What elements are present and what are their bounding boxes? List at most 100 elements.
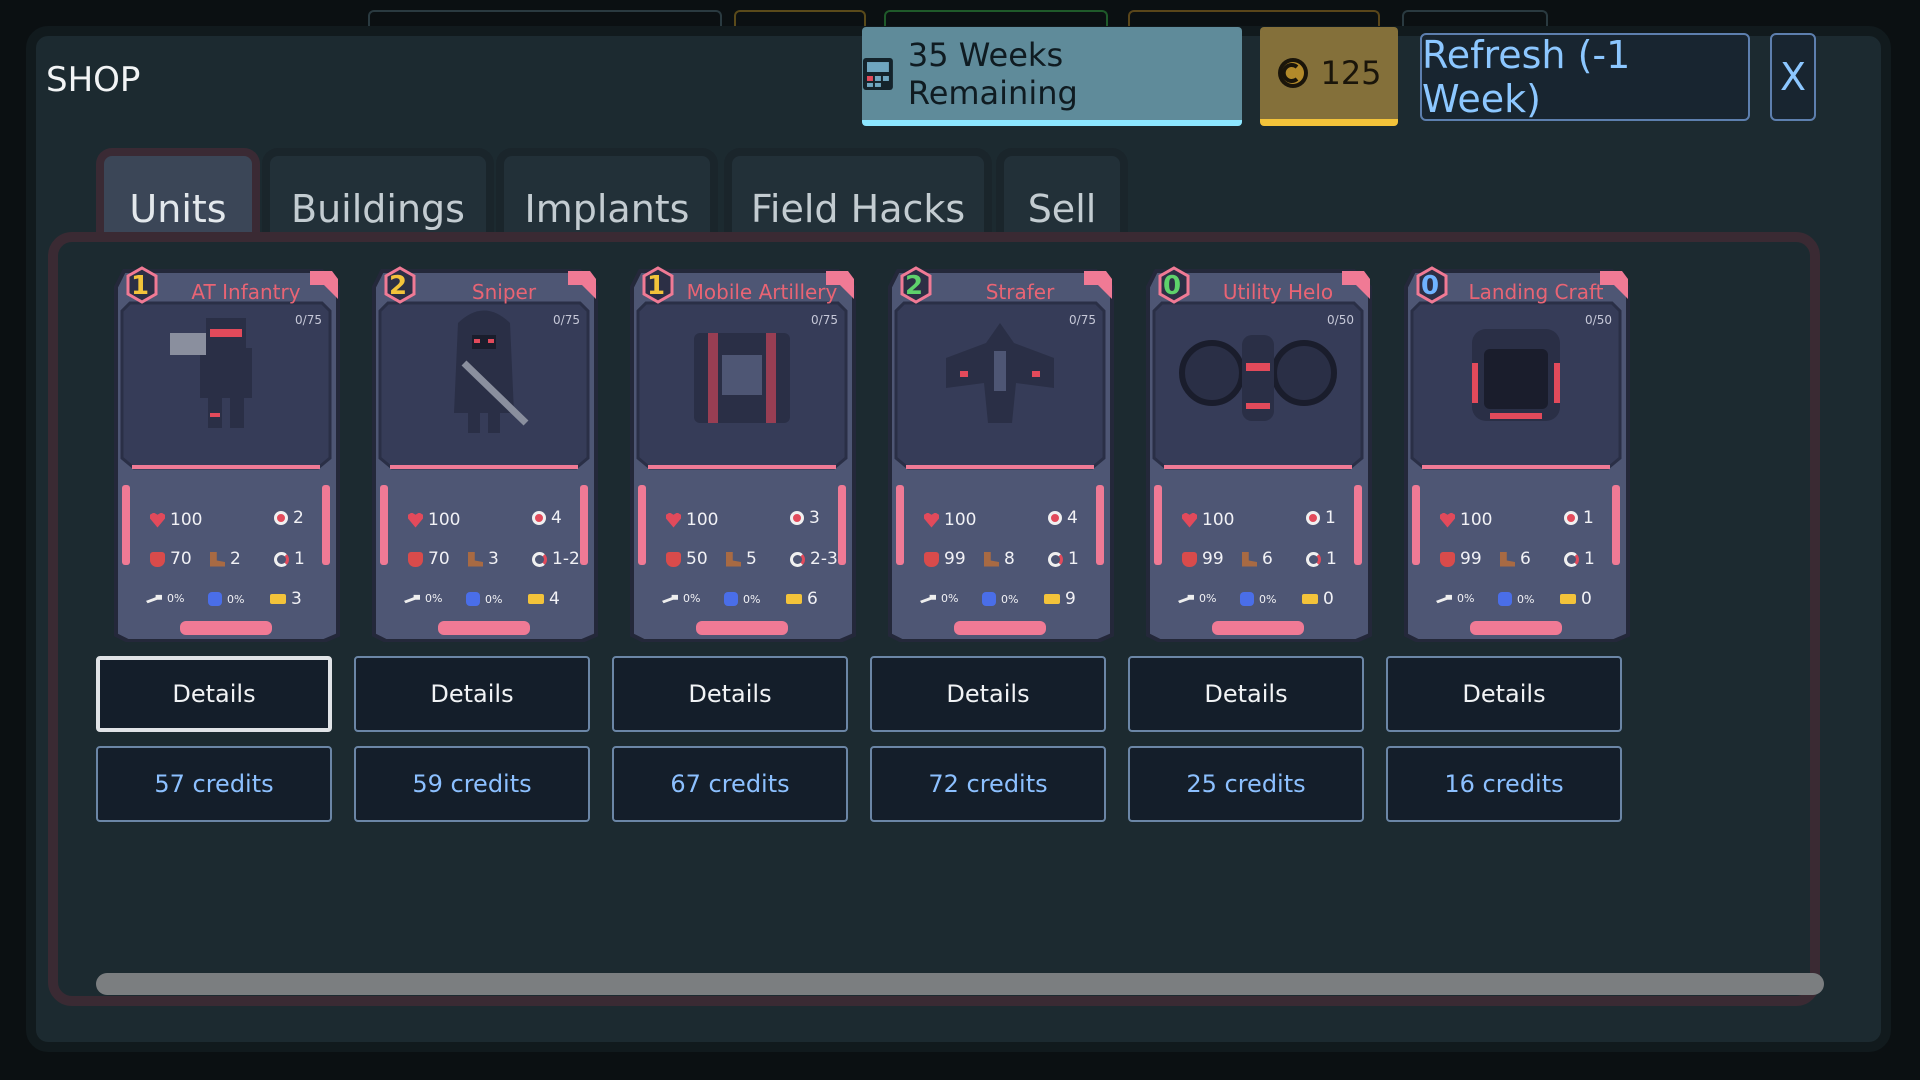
stat-ammo: 0	[1560, 589, 1592, 609]
stat-range: 2	[274, 508, 304, 528]
stat-range: 1	[1306, 508, 1336, 528]
details-button[interactable]: Details	[1128, 656, 1364, 732]
stat-value: 2	[293, 508, 304, 528]
wrench-icon	[1178, 594, 1194, 604]
stat-attacks: 1	[1564, 549, 1595, 569]
stat-value: 100	[944, 510, 977, 530]
horizontal-scrollbar[interactable]	[96, 973, 1824, 995]
stat-armor: 70	[408, 549, 450, 569]
unit-sprite	[170, 318, 252, 428]
stat-evasion: 0%	[208, 592, 244, 606]
stat-accuracy: 0%	[404, 592, 442, 605]
heart-icon	[150, 512, 165, 528]
stat-value: 99	[1460, 549, 1482, 569]
refresh-button[interactable]: Refresh (-1 Week)	[1420, 33, 1750, 121]
stat-ammo: 4	[528, 589, 560, 609]
stat-value: 1	[1326, 549, 1337, 569]
boot-icon	[210, 551, 225, 567]
stat-move: 6	[1500, 549, 1531, 569]
buy-price-button[interactable]: 16 credits	[1386, 746, 1622, 822]
details-button[interactable]: Details	[870, 656, 1106, 732]
stat-value: 1	[1583, 508, 1594, 528]
unit-card[interactable]: 0 Utility Helo 0/50 100 1 99 6 1 0% 0% 0	[1142, 263, 1374, 642]
boot-icon	[468, 551, 483, 567]
details-button[interactable]: Details	[1386, 656, 1622, 732]
details-button[interactable]: Details	[96, 656, 332, 732]
heart-icon	[1440, 512, 1455, 528]
armor-icon	[1182, 551, 1197, 567]
stat-value: 6	[1262, 549, 1273, 569]
buy-price-button[interactable]: 67 credits	[612, 746, 848, 822]
buy-price-button[interactable]: 72 credits	[870, 746, 1106, 822]
stat-attacks: 1	[274, 549, 305, 569]
attack-icon	[790, 551, 805, 567]
ammo-icon	[1560, 594, 1576, 604]
armor-icon	[924, 551, 939, 567]
stat-ammo: 9	[1044, 589, 1076, 609]
stat-value: 4	[1067, 508, 1078, 528]
unit-sprite	[694, 333, 790, 423]
stat-hp: 100	[150, 510, 202, 530]
stat-armor: 99	[1440, 549, 1482, 569]
unit-card[interactable]: 1 AT Infantry 0/75 100 2 70 2 1 0% 0% 3	[110, 263, 342, 642]
tab-label: Buildings	[291, 187, 465, 231]
buy-price-button[interactable]: 57 credits	[96, 746, 332, 822]
stat-attacks: 2-3	[790, 549, 838, 569]
unit-card[interactable]: 2 Sniper 0/75 100 4 70 3 1-2 0% 0% 4	[368, 263, 600, 642]
stat-hp: 100	[1440, 510, 1492, 530]
ammo-icon	[528, 594, 544, 604]
unit-card[interactable]: 2 Strafer 0/75 100 4 99 8 1 0% 0% 9	[884, 263, 1116, 642]
ammo-icon	[270, 594, 286, 604]
details-button[interactable]: Details	[612, 656, 848, 732]
stat-evasion: 0%	[982, 592, 1018, 606]
unit-card[interactable]: 0 Landing Craft 0/50 100 1 99 6 1 0% 0% …	[1400, 263, 1632, 642]
stat-value: 1	[1068, 549, 1079, 569]
evasion-icon	[724, 592, 738, 606]
stat-value: 9	[1065, 589, 1076, 609]
stat-armor: 99	[1182, 549, 1224, 569]
stat-accuracy: 0%	[146, 592, 184, 605]
weeks-remaining-text: 35 Weeks Remaining	[907, 35, 1078, 112]
stat-value: 6	[1520, 549, 1531, 569]
stat-hp: 100	[924, 510, 976, 530]
unit-sprite	[946, 323, 1054, 423]
stat-value: 0%	[1001, 592, 1019, 606]
evasion-icon	[1498, 592, 1512, 606]
armor-icon	[408, 551, 423, 567]
stat-value: 0%	[1517, 592, 1535, 606]
buy-price-button[interactable]: 59 credits	[354, 746, 590, 822]
close-button[interactable]: X	[1770, 33, 1816, 121]
unit-sprite	[1472, 329, 1560, 421]
stat-move: 2	[210, 549, 241, 569]
unit-card[interactable]: 1 Mobile Artillery 0/75 100 3 50 5 2-3 0…	[626, 263, 858, 642]
stat-armor: 70	[150, 549, 192, 569]
stat-value: 1	[1325, 508, 1336, 528]
stat-accuracy: 0%	[1436, 592, 1474, 605]
range-icon	[1048, 511, 1062, 525]
stat-value: 0%	[167, 592, 185, 605]
unit-sprite	[454, 310, 529, 433]
tab-label: Implants	[524, 187, 690, 231]
evasion-icon	[466, 592, 480, 606]
stat-ammo: 0	[1302, 589, 1334, 609]
boot-icon	[726, 551, 741, 567]
stat-value: 3	[291, 589, 302, 609]
stat-range: 3	[790, 508, 820, 528]
stat-accuracy: 0%	[920, 592, 958, 605]
stat-move: 3	[468, 549, 499, 569]
stat-value: 0%	[425, 592, 443, 605]
stat-value: 4	[551, 508, 562, 528]
tab-label: Units	[129, 187, 227, 231]
details-button[interactable]: Details	[354, 656, 590, 732]
stat-evasion: 0%	[724, 592, 760, 606]
stat-value: 5	[746, 549, 757, 569]
stat-value: 6	[807, 589, 818, 609]
stat-ammo: 3	[270, 589, 302, 609]
range-icon	[1564, 511, 1578, 525]
buy-price-button[interactable]: 25 credits	[1128, 746, 1364, 822]
wrench-icon	[920, 594, 936, 604]
range-icon	[1306, 511, 1320, 525]
stat-value: 1	[294, 549, 305, 569]
stat-armor: 99	[924, 549, 966, 569]
stat-value: 3	[809, 508, 820, 528]
